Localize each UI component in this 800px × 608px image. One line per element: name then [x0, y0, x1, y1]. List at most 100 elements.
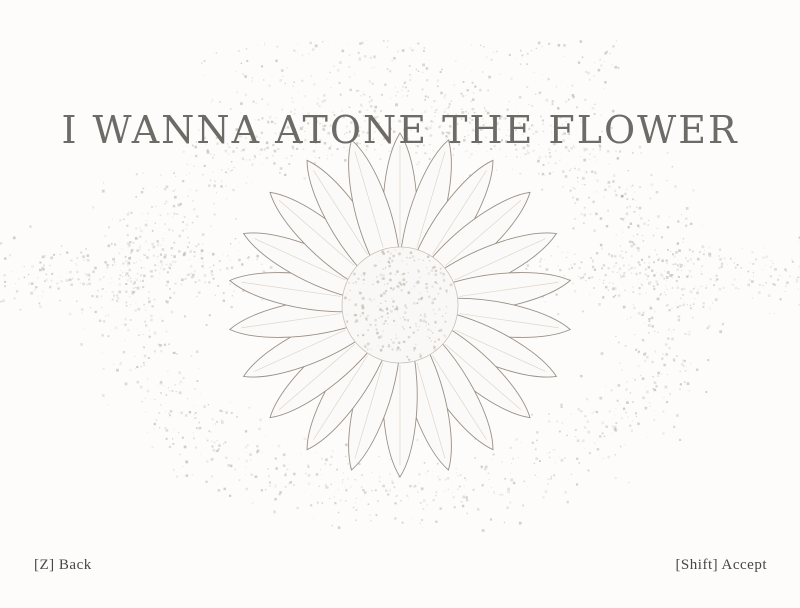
center-dot — [438, 308, 441, 311]
speckle — [102, 288, 104, 290]
speckle — [159, 344, 162, 347]
speckle — [204, 281, 206, 284]
speckle — [508, 53, 511, 57]
center-dot — [446, 291, 448, 294]
speckle — [80, 251, 83, 254]
speckle — [234, 468, 237, 471]
speckle — [523, 480, 526, 483]
speckle — [541, 172, 545, 176]
speckle — [262, 163, 263, 165]
speckle — [275, 59, 278, 63]
speckle — [400, 500, 402, 502]
speckle — [582, 276, 585, 279]
speckle — [692, 303, 695, 305]
speckle — [291, 97, 293, 99]
speckle — [464, 477, 466, 479]
speckle — [557, 245, 559, 248]
speckle — [672, 263, 674, 266]
speckle — [669, 274, 673, 277]
speckle — [593, 268, 597, 271]
speckle — [259, 153, 261, 155]
speckle — [664, 385, 668, 389]
center-dot — [366, 342, 370, 346]
speckle — [221, 494, 223, 496]
speckle — [37, 276, 39, 279]
speckle — [633, 306, 636, 310]
speckle — [655, 280, 658, 283]
speckle — [98, 319, 102, 322]
speckle — [145, 240, 147, 243]
center-dot — [362, 272, 366, 275]
speckle — [212, 277, 215, 280]
speckle — [457, 474, 458, 476]
speckle — [165, 394, 168, 396]
speckle — [617, 67, 620, 69]
center-dot — [436, 282, 439, 285]
speckle — [491, 487, 492, 489]
speckle — [677, 264, 679, 267]
speckle — [497, 66, 499, 67]
speckle — [700, 285, 703, 288]
speckle — [610, 254, 614, 258]
speckle — [195, 427, 198, 429]
speckle — [183, 252, 186, 255]
speckle — [607, 455, 611, 459]
speckle — [624, 444, 626, 445]
speckle — [680, 312, 681, 314]
center-dot — [409, 326, 412, 329]
speckle — [91, 295, 94, 298]
center-dot — [389, 252, 392, 255]
speckle — [273, 510, 276, 514]
speckle — [261, 65, 264, 68]
speckle — [407, 497, 409, 499]
speckle — [598, 303, 601, 306]
speckle — [154, 398, 156, 401]
speckle — [493, 491, 495, 494]
center-dot — [392, 305, 394, 308]
speckle — [634, 378, 637, 381]
speckle — [118, 301, 120, 303]
speckle — [593, 287, 596, 289]
center-dot — [362, 333, 365, 337]
speckle — [538, 156, 542, 159]
accept-button[interactable]: [Shift] Accept — [675, 557, 767, 574]
speckle — [627, 226, 630, 229]
speckle — [168, 412, 170, 414]
center-dot — [384, 268, 387, 270]
speckle — [104, 315, 106, 317]
speckle — [509, 446, 512, 449]
speckle — [720, 265, 723, 268]
center-dot — [391, 259, 394, 263]
speckle — [635, 415, 637, 417]
speckle — [348, 66, 351, 68]
speckle — [589, 213, 592, 215]
speckle — [234, 238, 237, 240]
speckle — [732, 284, 735, 286]
speckle — [487, 89, 490, 92]
speckle — [173, 172, 175, 174]
speckle — [268, 475, 270, 478]
back-button[interactable]: [Z] Back — [34, 557, 92, 574]
speckle — [84, 273, 88, 276]
speckle — [659, 294, 661, 296]
speckle — [621, 229, 623, 231]
speckle — [625, 388, 628, 391]
speckle — [128, 295, 131, 298]
speckle — [371, 82, 374, 85]
speckle — [599, 435, 602, 438]
speckle — [702, 302, 705, 305]
speckle — [382, 40, 385, 42]
speckle — [101, 334, 104, 337]
speckle — [771, 260, 773, 262]
speckle — [683, 287, 686, 291]
speckle — [363, 93, 365, 95]
speckle — [160, 268, 162, 270]
speckle — [618, 294, 621, 297]
speckle — [60, 280, 63, 283]
speckle — [186, 246, 189, 249]
speckle — [244, 430, 248, 433]
speckle — [530, 49, 533, 52]
center-dot — [395, 337, 398, 340]
speckle — [245, 159, 247, 161]
speckle — [235, 286, 237, 288]
